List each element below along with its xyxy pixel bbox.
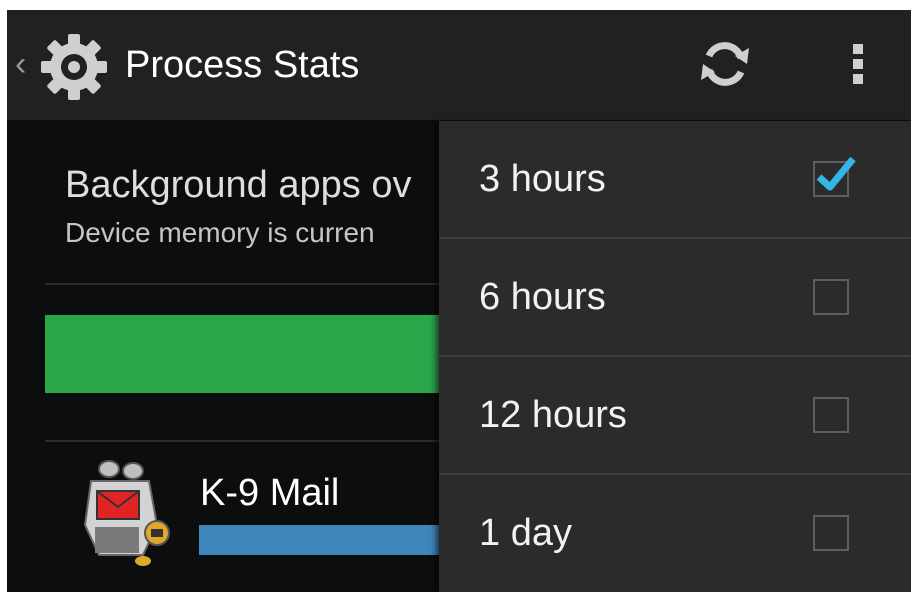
checkmark-icon [816, 156, 856, 191]
refresh-icon[interactable] [697, 36, 753, 92]
menu-item-label: 3 hours [479, 158, 606, 200]
menu-item-1-day[interactable]: 1 day [439, 475, 911, 591]
menu-checkbox[interactable] [813, 515, 849, 551]
screen: ‹ Process Stats Background apps ov Devic… [7, 10, 911, 592]
menu-item-label: 1 day [479, 512, 572, 554]
gear-icon[interactable] [37, 30, 111, 104]
menu-item-label: 12 hours [479, 394, 627, 436]
menu-item-12-hours[interactable]: 12 hours [439, 357, 911, 473]
chevron-left-icon[interactable]: ‹ [15, 44, 35, 84]
summary-subtitle: Device memory is curren [65, 217, 375, 248]
app-name: K-9 Mail [200, 472, 340, 514]
overflow-menu-icon[interactable] [843, 40, 873, 90]
menu-item-6-hours[interactable]: 6 hours [439, 239, 911, 355]
k9-mail-icon[interactable] [71, 455, 171, 567]
duration-popup-menu: 3 hours 6 hours 12 hours 1 day [439, 121, 911, 592]
menu-checkbox[interactable] [813, 156, 856, 197]
summary-title: Background apps ov [65, 164, 412, 206]
menu-item-label: 6 hours [479, 276, 606, 318]
menu-checkbox[interactable] [813, 397, 849, 433]
menu-checkbox[interactable] [813, 279, 849, 315]
action-bar: ‹ Process Stats [7, 10, 911, 120]
menu-item-3-hours[interactable]: 3 hours [439, 121, 911, 237]
page-title: Process Stats [125, 44, 360, 86]
